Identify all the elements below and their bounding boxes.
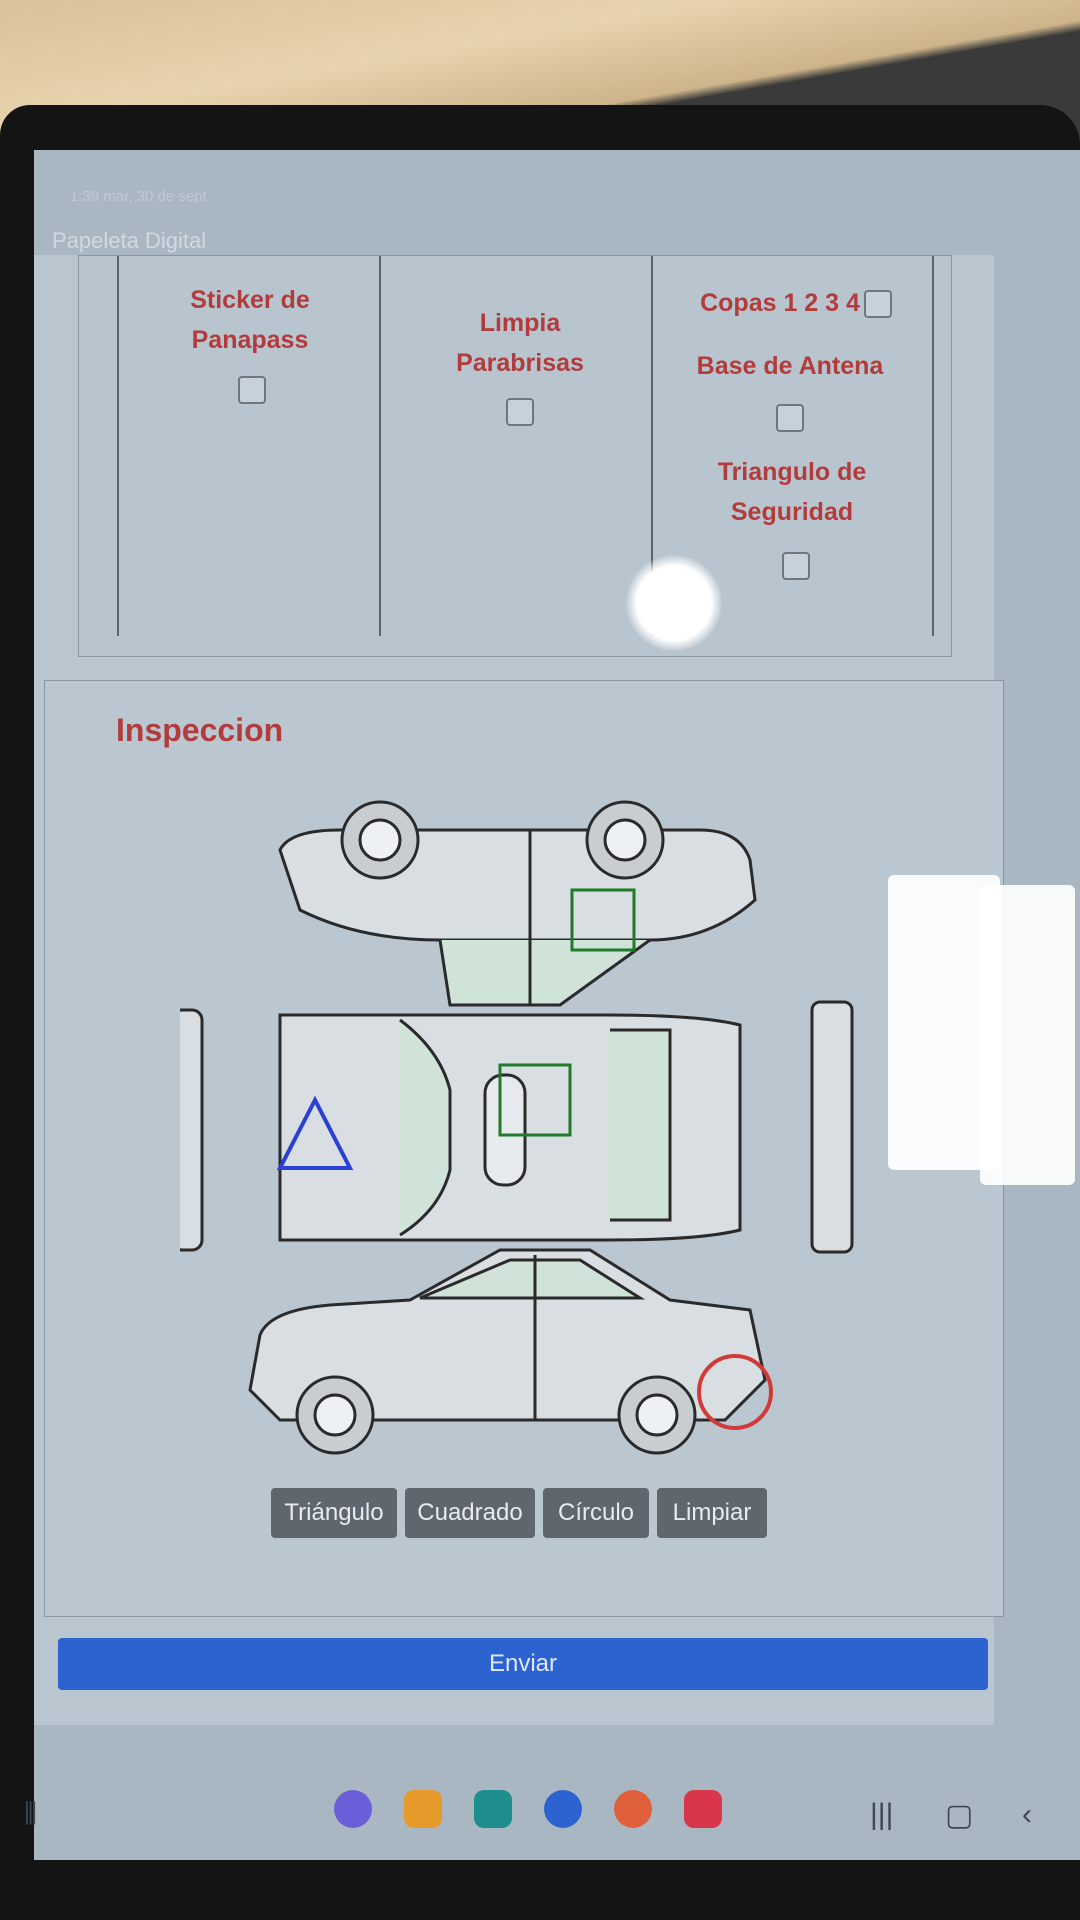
column-divider bbox=[932, 256, 934, 636]
panapass-label-line2: Panapass bbox=[191, 326, 309, 354]
wheel-hub bbox=[313, 1393, 357, 1437]
status-time: 1:39 mar, 30 de sept. bbox=[70, 188, 211, 205]
column-divider bbox=[379, 256, 381, 636]
triangulo-seguridad-checkbox[interactable] bbox=[782, 552, 810, 580]
limpia-label-line2: Parabrisas bbox=[456, 349, 584, 377]
panapass-checkbox[interactable] bbox=[238, 376, 266, 404]
triangulo-label-line1: Triangulo de bbox=[717, 458, 867, 486]
limpia-label-line1: Limpia bbox=[479, 309, 561, 337]
camera-icon[interactable] bbox=[684, 1790, 722, 1828]
car-damage-diagram[interactable] bbox=[180, 790, 870, 1470]
base-antena-checkbox[interactable] bbox=[776, 404, 804, 432]
menu-icon[interactable]: ⦀ bbox=[24, 1798, 37, 1832]
copas-checkbox[interactable] bbox=[864, 290, 892, 318]
screen-reflection bbox=[980, 885, 1075, 1185]
status-bar: 1:39 mar, 30 de sept. bbox=[34, 180, 1034, 220]
notes-icon[interactable] bbox=[404, 1790, 442, 1828]
back-icon[interactable]: ‹ bbox=[1022, 1798, 1032, 1832]
recents-icon[interactable]: ||| bbox=[870, 1798, 893, 1832]
base-antena-label: Base de Antena bbox=[696, 352, 884, 380]
wheel-hub bbox=[358, 818, 402, 862]
limpia-parabrisas-checkbox[interactable] bbox=[506, 398, 534, 426]
home-icon[interactable]: ▢ bbox=[945, 1798, 973, 1833]
triangulo-label-line2: Seguridad bbox=[730, 498, 854, 526]
app-title: Papeleta Digital bbox=[52, 228, 207, 253]
light-glare bbox=[626, 555, 722, 651]
triangulo-seguridad-label: Triangulo de Seguridad bbox=[672, 452, 912, 532]
rear-window bbox=[610, 1028, 672, 1222]
sunroof bbox=[483, 1073, 527, 1187]
wheel-hub bbox=[635, 1393, 679, 1437]
messages-icon[interactable] bbox=[544, 1790, 582, 1828]
inspection-title: Inspeccion bbox=[116, 712, 284, 748]
limpia-parabrisas-label: Limpia Parabrisas bbox=[400, 303, 640, 383]
front-end-view bbox=[180, 1008, 204, 1252]
calendar-icon[interactable] bbox=[474, 1790, 512, 1828]
wheel-hub bbox=[603, 818, 647, 862]
submit-button[interactable]: Enviar bbox=[58, 1638, 988, 1690]
column-divider bbox=[117, 256, 119, 636]
circle-button[interactable]: Círculo bbox=[543, 1488, 649, 1538]
clear-button[interactable]: Limpiar bbox=[657, 1488, 767, 1538]
contacts-icon[interactable] bbox=[614, 1790, 652, 1828]
rear-end-view bbox=[810, 1000, 854, 1254]
browser-icon[interactable] bbox=[334, 1790, 372, 1828]
square-button[interactable]: Cuadrado bbox=[405, 1488, 535, 1538]
triangle-button[interactable]: Triángulo bbox=[271, 1488, 397, 1538]
panapass-label-line1: Sticker de bbox=[190, 286, 310, 314]
panapass-label: Sticker de Panapass bbox=[130, 280, 370, 360]
